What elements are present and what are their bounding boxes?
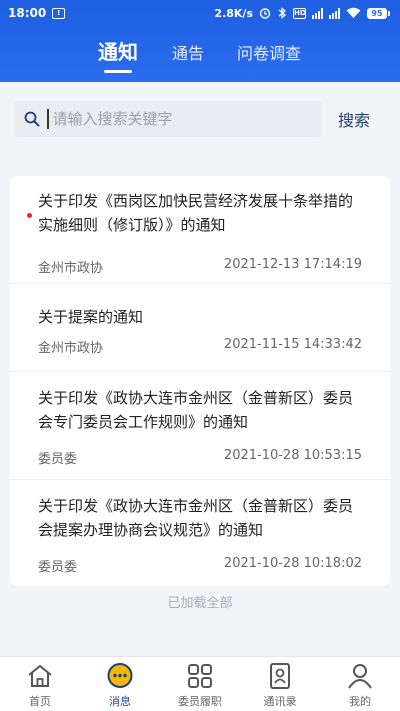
- status-time: 18:00: [8, 6, 47, 20]
- notice-item[interactable]: 关于印发《政协大连市金州区（金普新区）委员会提案办理协商会议规范》的通知 委员委…: [10, 480, 390, 586]
- grid-icon: [185, 662, 215, 690]
- alarm-icon: [259, 8, 271, 19]
- status-bar: 18:00 ! 2.8K/s HD 95: [0, 0, 400, 26]
- bluetooth-icon: [278, 7, 287, 19]
- notice-meta: 委员委 2021-10-28 10:53:15: [38, 448, 362, 467]
- notice-meta: 金州市政协 2021-12-13 17:14:19: [38, 257, 362, 276]
- tab-announcement[interactable]: 通告: [172, 40, 204, 64]
- search-icon: [24, 111, 40, 127]
- nav-message[interactable]: 消息: [80, 657, 160, 711]
- notice-title: 关于印发《西岗区加快民营经济发展十条举措的实施细则（修订版）》的通知: [38, 192, 354, 234]
- tab-notice[interactable]: 通知: [98, 36, 138, 73]
- nav-profile[interactable]: 我的: [320, 657, 400, 711]
- notice-meta: 金州市政协 2021-11-15 14:33:42: [38, 337, 362, 356]
- signal-icon: [312, 7, 323, 19]
- nav-label: 首页: [29, 695, 51, 708]
- search-input[interactable]: [52, 110, 293, 128]
- notice-datetime: 2021-11-15 14:33:42: [223, 337, 362, 352]
- notice-source: 委员委: [38, 560, 78, 575]
- notice-datetime: 2021-10-28 10:18:02: [223, 556, 362, 571]
- contacts-icon: [265, 662, 295, 690]
- nav-label: 消息: [109, 695, 131, 708]
- message-icon: [105, 662, 135, 690]
- notice-source: 委员委: [38, 452, 78, 467]
- nav-contacts[interactable]: 通讯录: [240, 657, 320, 711]
- signal-2-icon: [329, 7, 340, 19]
- notice-datetime: 2021-10-28 10:53:15: [223, 448, 362, 463]
- search-box[interactable]: [14, 101, 322, 137]
- nav-label: 委员履职: [178, 695, 222, 708]
- list-footer: 已加载全部: [167, 596, 233, 611]
- search-button[interactable]: 搜索: [338, 107, 370, 131]
- tab-survey[interactable]: 问卷调查: [237, 40, 301, 64]
- top-tabs: 通知 通告 问卷调查: [0, 34, 400, 78]
- wifi-icon: [346, 7, 361, 18]
- nav-duty[interactable]: 委员履职: [160, 657, 240, 711]
- notice-title: 关于印发《政协大连市金州区（金普新区）委员会提案办理协商会议规范》的通知: [38, 497, 354, 539]
- nav-label: 通讯录: [263, 695, 297, 708]
- network-speed: 2.8K/s: [214, 6, 253, 20]
- battery-icon: 95: [367, 7, 390, 19]
- notice-item[interactable]: 关于印发《政协大连市金州区（金普新区）委员会专门委员会工作规则》的通知 委员委 …: [10, 372, 390, 480]
- hd-icon: HD: [293, 7, 306, 19]
- notice-title: 关于提案的通知: [38, 308, 144, 326]
- app-header: 18:00 ! 2.8K/s HD 95 通知 通告 问卷调查: [0, 0, 400, 82]
- bottom-nav: 首页 消息 委员履职 通讯录 我的: [0, 656, 400, 711]
- notice-item[interactable]: 关于提案的通知 金州市政协 2021-11-15 14:33:42: [10, 284, 390, 372]
- search-bar: 搜索: [14, 101, 386, 137]
- notice-source: 金州市政协: [38, 341, 104, 356]
- profile-icon: [345, 662, 375, 690]
- notice-source: 金州市政协: [38, 261, 104, 276]
- nav-label: 我的: [349, 695, 371, 708]
- battery-level: 95: [367, 7, 387, 19]
- text-cursor: [47, 109, 49, 129]
- notification-icon: !: [52, 7, 66, 19]
- notice-title: 关于印发《政协大连市金州区（金普新区）委员会专门委员会工作规则》的通知: [38, 389, 354, 431]
- home-icon: [25, 662, 55, 690]
- notice-item[interactable]: 关于印发《西岗区加快民营经济发展十条举措的实施细则（修订版）》的通知 金州市政协…: [10, 176, 390, 284]
- notice-list: 关于印发《西岗区加快民营经济发展十条举措的实施细则（修订版）》的通知 金州市政协…: [10, 176, 390, 586]
- notice-datetime: 2021-12-13 17:14:19: [223, 257, 362, 272]
- notice-meta: 委员委 2021-10-28 10:18:02: [38, 556, 362, 575]
- unread-dot: [27, 213, 32, 218]
- nav-home[interactable]: 首页: [0, 657, 80, 711]
